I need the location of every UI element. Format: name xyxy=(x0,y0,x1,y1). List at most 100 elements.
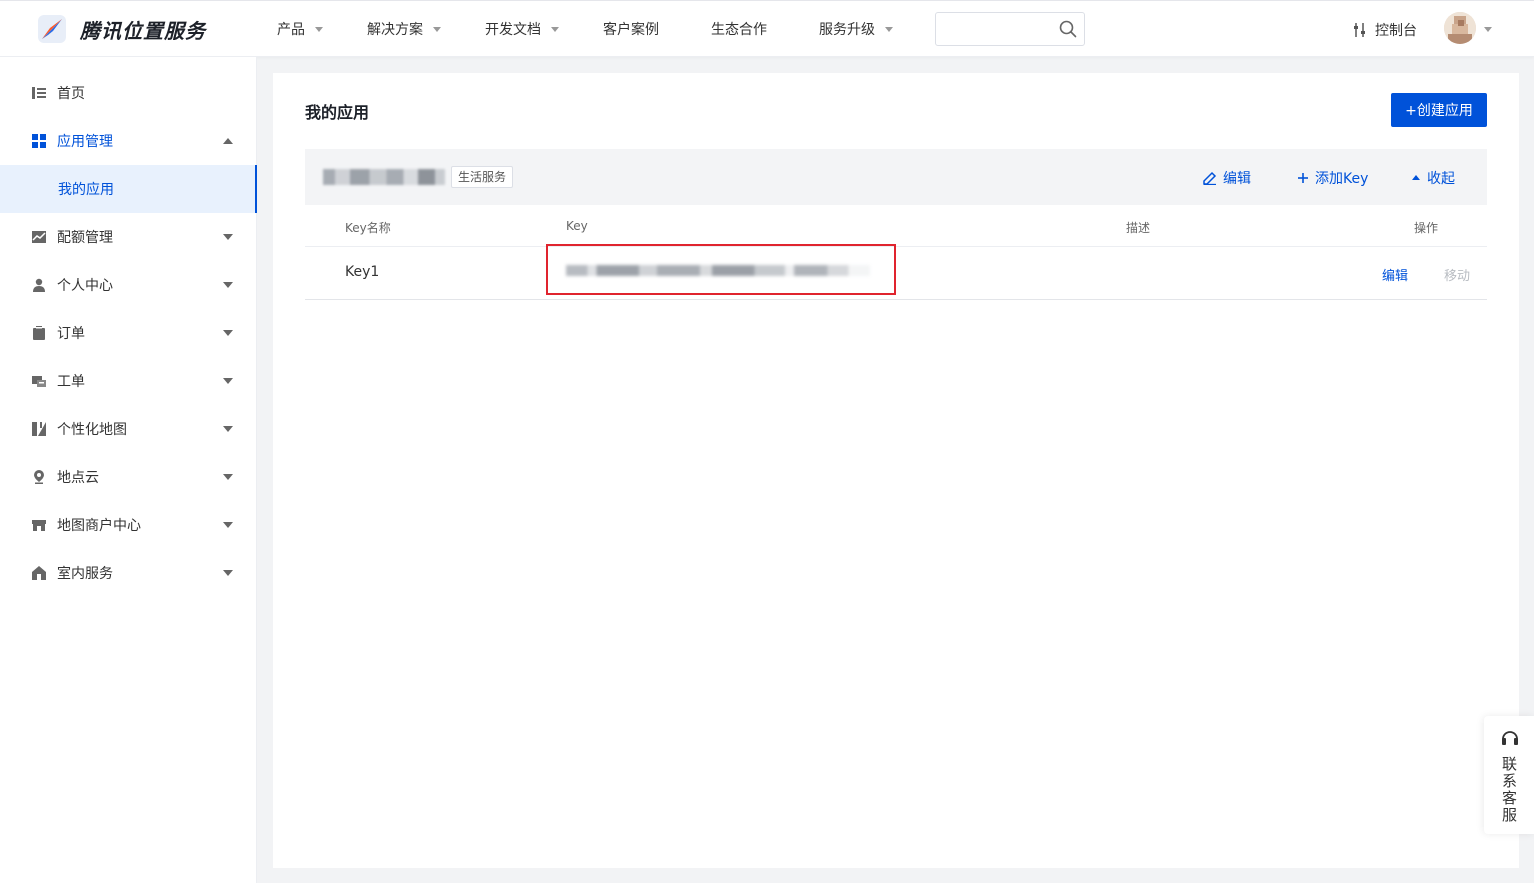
collapse-button[interactable]: 收起 xyxy=(1411,168,1455,188)
add-key-button[interactable]: 添加Key xyxy=(1297,168,1368,188)
chevron-up-icon xyxy=(223,138,233,144)
sidebar-item-place-cloud[interactable]: 地点云 xyxy=(0,453,257,501)
sidebar-item-custom-map[interactable]: 个性化地图 xyxy=(0,405,257,453)
sidebar-item-quota[interactable]: 配额管理 xyxy=(0,213,257,261)
sliders-icon xyxy=(1354,23,1365,37)
divider xyxy=(305,246,1487,247)
plus-icon xyxy=(1298,173,1308,183)
key-value-highlight xyxy=(546,244,896,295)
store-icon xyxy=(32,518,46,532)
main-panel: 我的应用 +创建应用 生活服务 编辑 添加Key 收起 Key名称 Key 描述… xyxy=(273,73,1519,868)
chart-icon xyxy=(32,230,46,244)
user-icon xyxy=(32,278,46,292)
column-header: Key xyxy=(566,219,588,233)
column-header: 描述 xyxy=(1126,221,1151,235)
chevron-down-icon xyxy=(315,26,323,32)
chevron-down-icon xyxy=(223,378,233,384)
avatar-image xyxy=(1444,12,1476,44)
sidebar-item-label: 订单 xyxy=(57,326,85,342)
key-value-redacted[interactable] xyxy=(566,265,870,276)
caret-up-icon xyxy=(1412,175,1420,180)
add-key-label: 添加Key xyxy=(1315,171,1369,187)
contact-support-button[interactable]: 联系客服 xyxy=(1484,716,1534,834)
chevron-down-icon xyxy=(223,282,233,288)
nav-item-upgrade[interactable]: 服务升级 xyxy=(819,19,929,39)
chevron-down-icon xyxy=(223,474,233,480)
search-icon[interactable] xyxy=(1059,20,1077,38)
page-title: 我的应用 xyxy=(305,103,370,122)
nav-label: 生态合作 xyxy=(711,22,767,38)
app-header-bar: 生活服务 编辑 添加Key 收起 xyxy=(305,149,1487,205)
search-input[interactable] xyxy=(935,12,1085,46)
location-pin-icon xyxy=(32,470,46,484)
nav-label: 客户案例 xyxy=(603,22,659,38)
grid-icon xyxy=(32,134,46,148)
clipboard-icon xyxy=(32,326,46,340)
sidebar-item-orders[interactable]: 订单 xyxy=(0,309,257,357)
sidebar-item-label: 地点云 xyxy=(57,470,99,486)
brand-logo[interactable]: 腾讯位置服务 xyxy=(36,13,206,45)
sidebar: 首页 应用管理 我的应用 配额管理 个人中心 订单 工单 个性化地图 地点云 地… xyxy=(0,57,257,883)
console-label: 控制台 xyxy=(1375,23,1417,39)
sidebar-item-label: 个性化地图 xyxy=(57,422,127,438)
contact-label: 联系客服 xyxy=(1502,755,1518,824)
chevron-down-icon xyxy=(223,234,233,240)
key-name-cell: Key1 xyxy=(345,264,380,280)
edit-key-link[interactable]: 编辑 xyxy=(1382,265,1408,284)
logo-icon xyxy=(36,13,68,45)
nav-label: 开发文档 xyxy=(485,22,541,38)
nav-label: 产品 xyxy=(277,22,305,38)
app-category-tag: 生活服务 xyxy=(451,166,514,188)
sidebar-item-app-management[interactable]: 应用管理 xyxy=(0,117,257,165)
move-key-link[interactable]: 移动 xyxy=(1444,265,1470,284)
nav-item-ecosystem[interactable]: 生态合作 xyxy=(711,19,819,39)
console-link[interactable]: 控制台 xyxy=(1352,20,1417,40)
list-icon xyxy=(32,86,46,100)
nav-item-solutions[interactable]: 解决方案 xyxy=(367,19,485,39)
brand-name: 腾讯位置服务 xyxy=(80,18,206,43)
chevron-down-icon xyxy=(223,426,233,432)
chevron-down-icon[interactable] xyxy=(1484,27,1492,32)
home-icon xyxy=(32,566,46,580)
app-name-redacted xyxy=(323,169,445,185)
sidebar-item-label: 个人中心 xyxy=(57,278,113,294)
nav-item-docs[interactable]: 开发文档 xyxy=(485,19,603,39)
sidebar-item-tickets[interactable]: 工单 xyxy=(0,357,257,405)
collapse-label: 收起 xyxy=(1427,171,1455,187)
chevron-down-icon xyxy=(433,26,441,32)
chevron-down-icon xyxy=(223,570,233,576)
headset-icon xyxy=(1502,731,1518,745)
top-header: 腾讯位置服务 产品 解决方案 开发文档 客户案例 生态合作 服务升级 控制台 xyxy=(0,0,1534,57)
sidebar-item-profile[interactable]: 个人中心 xyxy=(0,261,257,309)
sidebar-item-label: 配额管理 xyxy=(57,230,113,246)
sidebar-item-label: 地图商户中心 xyxy=(57,518,141,534)
nav-label: 解决方案 xyxy=(367,22,423,38)
create-app-button[interactable]: +创建应用 xyxy=(1391,93,1487,127)
divider xyxy=(305,299,1487,300)
nav-item-cases[interactable]: 客户案例 xyxy=(603,19,711,39)
sidebar-item-label: 室内服务 xyxy=(57,566,113,582)
map-style-icon xyxy=(32,422,46,436)
sidebar-item-label: 工单 xyxy=(57,374,85,390)
edit-label: 编辑 xyxy=(1223,171,1251,187)
sidebar-item-merchant-center[interactable]: 地图商户中心 xyxy=(0,501,257,549)
sidebar-item-my-apps[interactable]: 我的应用 xyxy=(0,165,257,213)
main-nav: 产品 解决方案 开发文档 客户案例 生态合作 服务升级 xyxy=(277,1,929,57)
avatar[interactable] xyxy=(1444,12,1476,44)
column-header: Key名称 xyxy=(345,221,391,235)
sidebar-item-label: 首页 xyxy=(57,86,85,102)
sidebar-item-label: 我的应用 xyxy=(58,182,114,198)
chevron-down-icon xyxy=(885,26,893,32)
ticket-icon xyxy=(32,374,46,388)
chevron-down-icon xyxy=(551,26,559,32)
pencil-icon xyxy=(1203,171,1217,185)
sidebar-item-home[interactable]: 首页 xyxy=(0,69,257,117)
column-header: 操作 xyxy=(1414,221,1439,235)
edit-app-button[interactable]: 编辑 xyxy=(1203,168,1251,188)
sidebar-item-label: 应用管理 xyxy=(57,134,113,150)
nav-item-products[interactable]: 产品 xyxy=(277,19,367,39)
chevron-down-icon xyxy=(223,330,233,336)
sidebar-item-indoor[interactable]: 室内服务 xyxy=(0,549,257,597)
chevron-down-icon xyxy=(223,522,233,528)
nav-label: 服务升级 xyxy=(819,22,875,38)
